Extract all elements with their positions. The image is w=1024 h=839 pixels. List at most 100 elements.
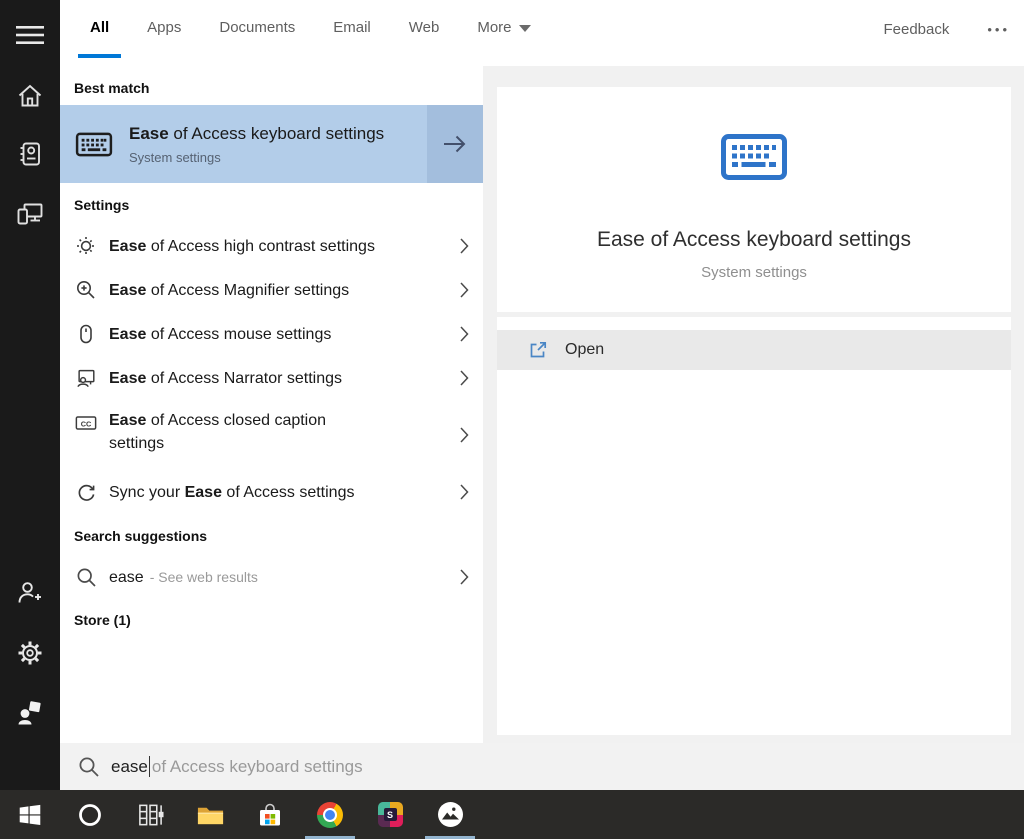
chrome-icon: [317, 801, 343, 828]
suggestion-label: ease - See web results: [109, 568, 258, 586]
slack-icon: S: [377, 802, 403, 827]
tab-documents[interactable]: Documents: [207, 0, 307, 58]
result-sync-settings[interactable]: Sync your Ease of Access settings: [60, 470, 483, 514]
folder-icon: [197, 807, 223, 824]
suggestion-see-web-results[interactable]: ease - See web results: [60, 555, 483, 599]
result-label: Ease of Access high contrast settings: [109, 237, 375, 255]
search-icon: [78, 756, 100, 778]
search-results-pane: Best match Ease of Access keyboard setti…: [60, 66, 483, 743]
search-input[interactable]: ease of Access keyboard settings: [60, 743, 1024, 790]
photos-person-icon[interactable]: [15, 698, 45, 728]
chevron-right-icon: [460, 484, 469, 500]
search-filter-tabbar: All Apps Documents Email Web More Feedba…: [60, 0, 1024, 66]
result-closed-caption-settings[interactable]: CC Ease of Access closed caption setting…: [60, 400, 483, 470]
chrome-button[interactable]: [300, 790, 360, 839]
best-match-title-bold: Ease: [129, 124, 169, 143]
result-label: Sync your Ease of Access settings: [109, 483, 355, 501]
settings-results-list: Ease of Access high contrast settings Ea…: [60, 224, 483, 514]
chevron-right-icon: [460, 238, 469, 254]
chevron-right-icon: [460, 569, 469, 585]
search-typed-text: ease: [111, 756, 148, 776]
best-match-title: Ease of Access keyboard settings: [129, 123, 384, 145]
cortana-circle-icon: [79, 803, 101, 826]
tab-email[interactable]: Email: [321, 0, 383, 58]
search-icon: [75, 567, 97, 588]
chevron-down-icon: [518, 24, 531, 32]
chevron-right-icon: [460, 326, 469, 342]
task-view-icon: [138, 804, 164, 825]
chevron-right-icon: [460, 282, 469, 298]
result-mouse-settings[interactable]: Ease of Access mouse settings: [60, 312, 483, 356]
keyboard-icon: [720, 132, 788, 182]
slack-button[interactable]: S: [360, 790, 420, 839]
task-view-button[interactable]: [120, 790, 180, 839]
magnifier-plus-icon: [75, 279, 97, 301]
narrator-icon: [75, 367, 97, 389]
store-header: Store (1): [74, 612, 131, 628]
keyboard-icon: [75, 130, 113, 159]
taskbar: S: [0, 790, 1024, 839]
svg-text:CC: CC: [81, 419, 92, 428]
settings-gear-icon[interactable]: [15, 638, 45, 668]
add-user-icon[interactable]: [15, 578, 45, 608]
right-arrow-icon: [444, 135, 466, 153]
feedback-button[interactable]: Feedback: [883, 21, 949, 38]
best-match-item[interactable]: Ease of Access keyboard settings System …: [60, 105, 483, 183]
open-external-icon: [528, 340, 548, 360]
store-bag-icon: [260, 803, 280, 825]
preview-panel: Ease of Access keyboard settings System …: [483, 66, 1024, 790]
high-contrast-icon: [75, 235, 97, 257]
filter-tabs: All Apps Documents Email Web More: [78, 0, 543, 58]
photos-button[interactable]: [420, 790, 480, 839]
search-suggestions-header: Search suggestions: [74, 528, 208, 544]
result-narrator-settings[interactable]: Ease of Access Narrator settings: [60, 356, 483, 400]
best-match-header: Best match: [74, 80, 150, 96]
preview-card: Ease of Access keyboard settings System …: [497, 87, 1011, 735]
preview-title: Ease of Access keyboard settings: [596, 228, 911, 251]
file-explorer-button[interactable]: [180, 790, 240, 839]
result-label: Ease of Access Narrator settings: [109, 369, 343, 387]
cortana-sidebar: [0, 0, 60, 790]
search-autocomplete-ghost: of Access keyboard settings: [151, 756, 363, 776]
mouse-icon: [75, 323, 97, 345]
result-high-contrast-settings[interactable]: Ease of Access high contrast settings: [60, 224, 483, 268]
tab-apps[interactable]: Apps: [135, 0, 193, 58]
chevron-right-icon: [460, 427, 469, 443]
suggestions-list: ease - See web results: [60, 555, 483, 599]
result-label: Ease of Access mouse settings: [109, 325, 332, 343]
start-button[interactable]: [0, 790, 60, 839]
photos-icon: [437, 802, 463, 827]
windows-logo-icon: [19, 804, 41, 825]
open-label: Open: [565, 341, 605, 358]
result-magnifier-settings[interactable]: Ease of Access Magnifier settings: [60, 268, 483, 312]
chevron-right-icon: [460, 370, 469, 386]
tab-documents-label: Documents: [219, 18, 296, 36]
home-icon[interactable]: [15, 81, 45, 111]
result-label: Ease of Access Magnifier settings: [109, 281, 350, 299]
tab-all-label: All: [90, 18, 110, 36]
tab-more-label: More: [477, 18, 512, 36]
devices-icon[interactable]: [15, 199, 45, 229]
settings-header: Settings: [74, 197, 130, 213]
best-match-expand-button[interactable]: [427, 105, 483, 183]
tab-all[interactable]: All: [78, 0, 122, 58]
closed-caption-icon: CC: [75, 413, 97, 433]
divider: [497, 312, 1011, 317]
cortana-button[interactable]: [60, 790, 120, 839]
store-button[interactable]: [240, 790, 300, 839]
hamburger-menu-icon[interactable]: [15, 20, 45, 50]
sync-icon: [75, 481, 97, 503]
tab-web[interactable]: Web: [397, 0, 452, 58]
best-match-title-rest: of Access keyboard settings: [168, 124, 385, 143]
tab-web-label: Web: [408, 18, 440, 36]
text-cursor: [148, 756, 150, 777]
result-label: Ease of Access closed caption settings: [109, 412, 327, 452]
best-match-subtitle: System settings: [129, 150, 221, 165]
notebook-icon[interactable]: [15, 139, 45, 169]
tab-email-label: Email: [333, 18, 371, 36]
overflow-menu-button[interactable]: •••: [987, 22, 1010, 37]
tab-apps-label: Apps: [147, 18, 182, 36]
open-action[interactable]: Open: [497, 330, 1011, 370]
preview-subtitle: System settings: [701, 264, 807, 281]
tab-more[interactable]: More: [465, 0, 542, 58]
